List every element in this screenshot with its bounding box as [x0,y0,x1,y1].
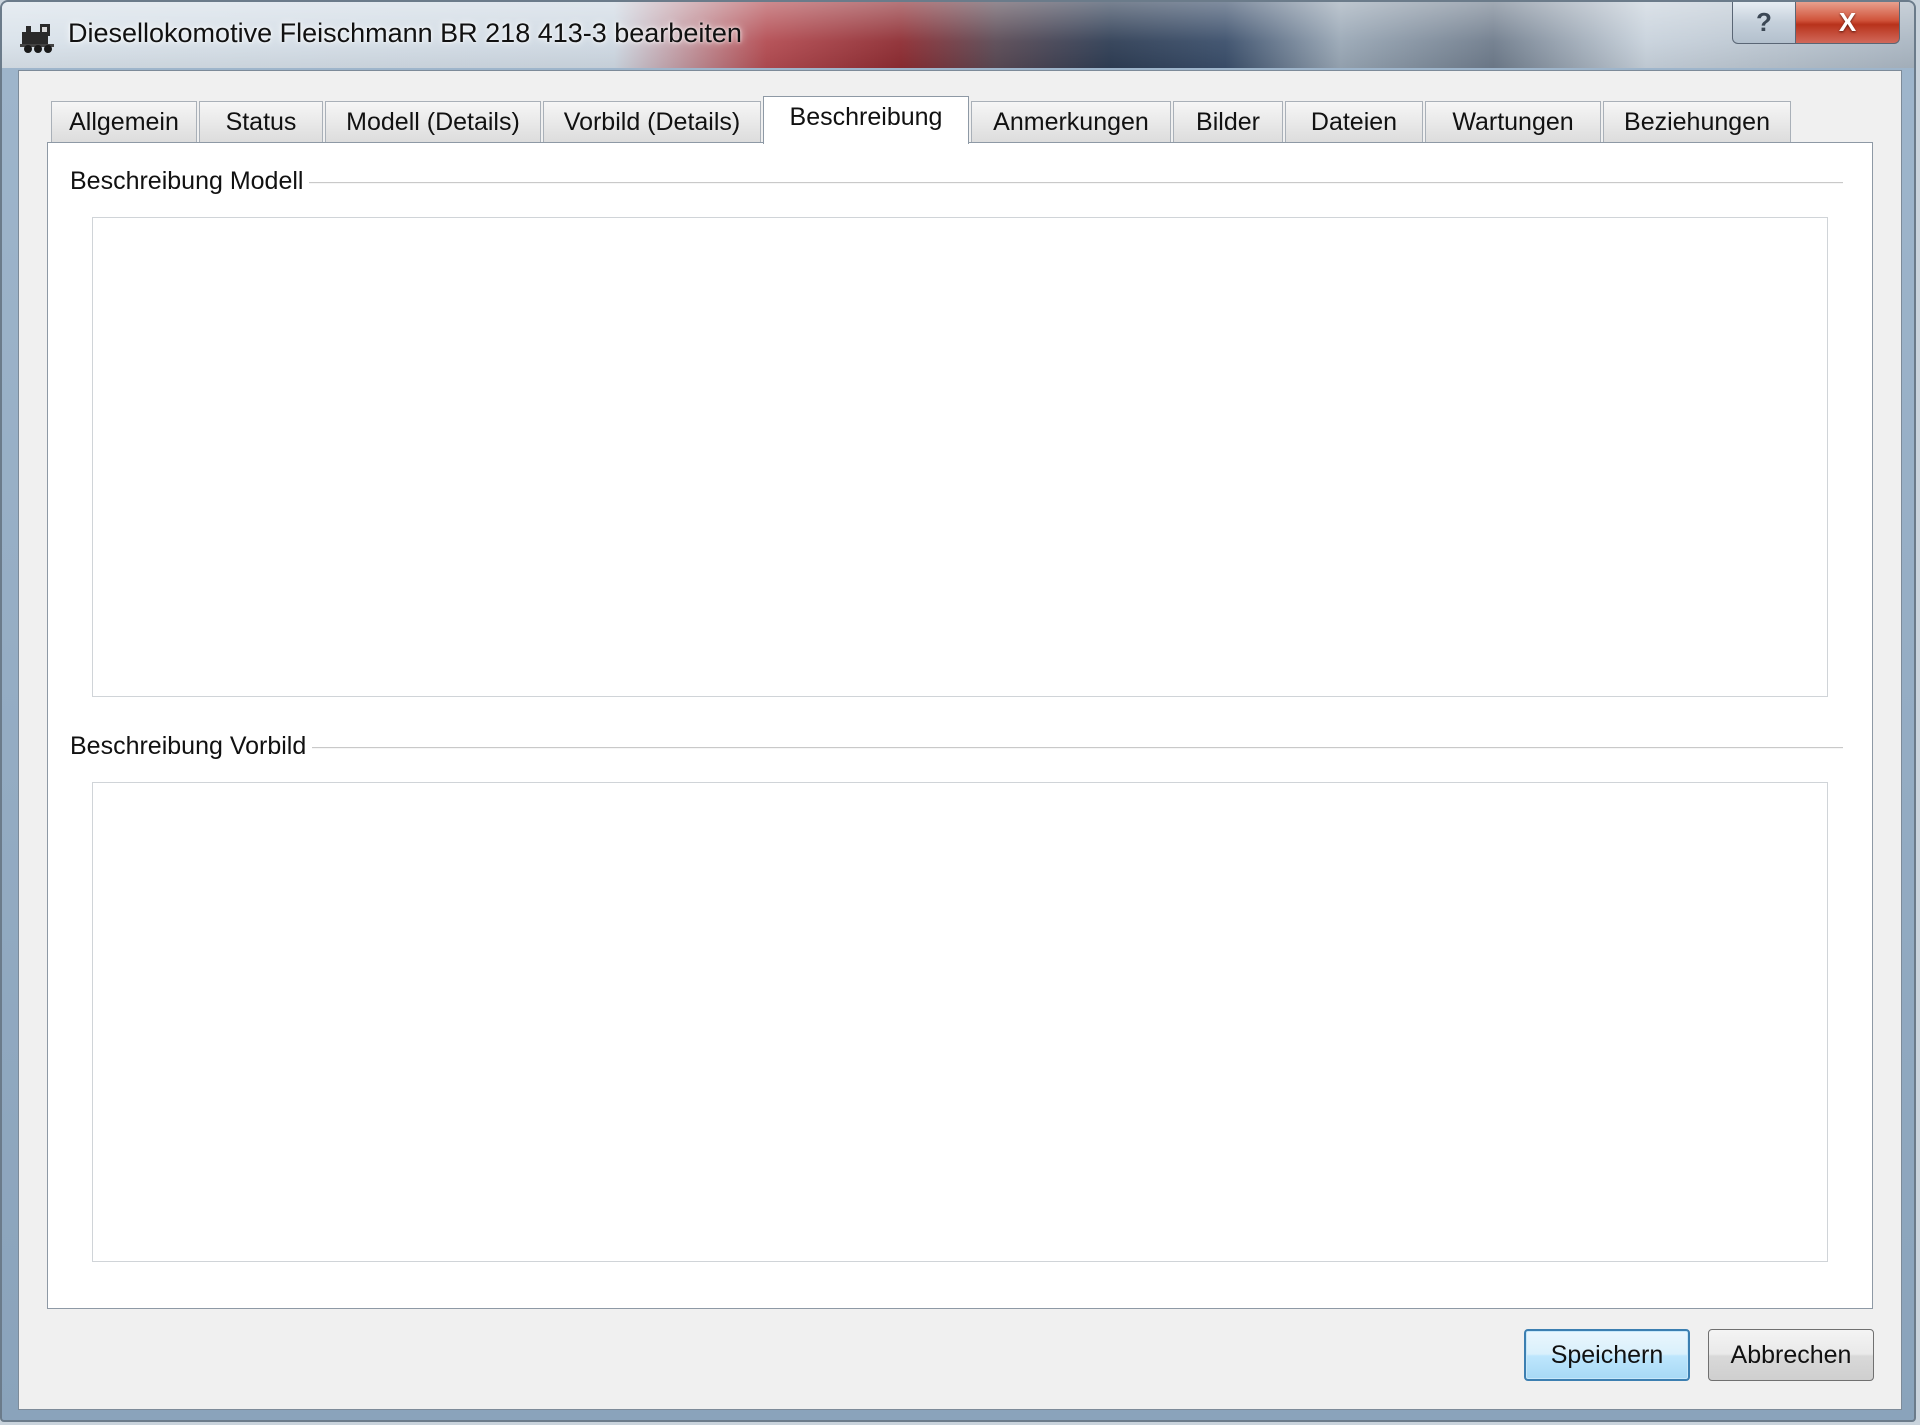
tab-wartungen[interactable]: Wartungen [1425,101,1601,143]
caption-buttons: ? X [1732,2,1900,44]
tab-allgemein[interactable]: Allgemein [51,101,197,143]
close-icon: X [1838,7,1857,37]
close-button[interactable]: X [1796,2,1900,44]
title-bar[interactable]: Diesellokomotive Fleischmann BR 218 413-… [2,2,1914,68]
tab-beschreibung[interactable]: Beschreibung [763,96,969,144]
tab-beziehungen[interactable]: Beziehungen [1603,101,1791,143]
group-title-model: Beschreibung Modell [70,167,310,196]
group-divider-prototype [300,747,1843,749]
model-description-textarea[interactable] [92,217,1828,697]
tab-panel-beschreibung: Beschreibung Modell Beschreibung Vorbild [47,142,1873,1309]
help-button[interactable]: ? [1732,2,1796,44]
tab-bar: Allgemein Status Modell (Details) Vorbil… [51,96,1793,144]
help-icon: ? [1756,7,1772,37]
tab-dateien[interactable]: Dateien [1285,101,1423,143]
cancel-button[interactable]: Abbrechen [1708,1329,1874,1381]
locomotive-icon [20,24,54,53]
tab-anmerkungen[interactable]: Anmerkungen [971,101,1171,143]
tab-modell-details[interactable]: Modell (Details) [325,101,541,143]
dialog-client-area: Allgemein Status Modell (Details) Vorbil… [18,70,1902,1410]
prototype-description-textarea[interactable] [92,782,1828,1262]
save-button[interactable]: Speichern [1524,1329,1690,1381]
tab-status[interactable]: Status [199,101,323,143]
group-title-prototype: Beschreibung Vorbild [70,732,313,761]
window-title: Diesellokomotive Fleischmann BR 218 413-… [68,18,742,48]
dialog-window: Diesellokomotive Fleischmann BR 218 413-… [0,0,1916,1422]
tab-bilder[interactable]: Bilder [1173,101,1283,143]
group-divider-model [298,182,1843,184]
tab-vorbild-details[interactable]: Vorbild (Details) [543,101,761,143]
